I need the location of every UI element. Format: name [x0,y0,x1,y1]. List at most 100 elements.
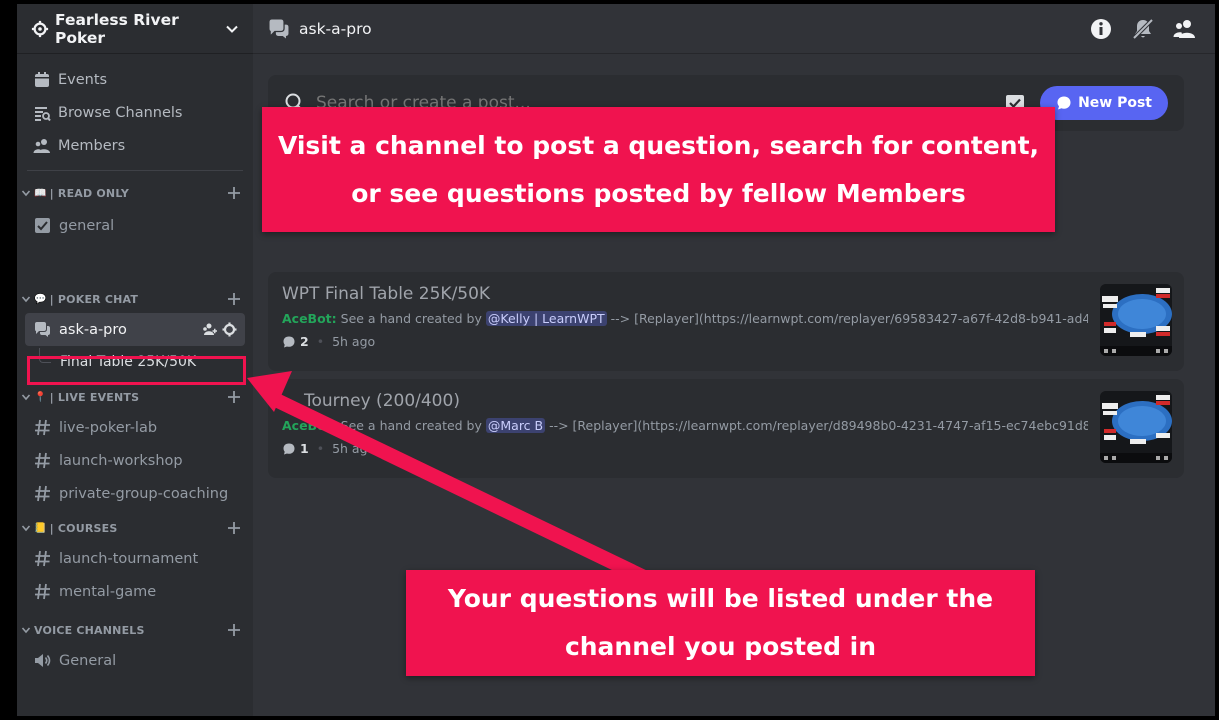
category-label: | COURSES [49,521,118,535]
text-channel-hash-icon [35,452,50,469]
channel-private-group-coaching[interactable]: private-group-coaching [25,477,245,510]
channel-live-poker-lab[interactable]: live-poker-lab [25,411,245,444]
post-author[interactable]: AceBot [282,418,332,433]
channel-header: ask-a-pro [253,4,1215,54]
callout-bottom: Your questions will be listed under the … [406,570,1035,676]
members-icon [33,138,50,153]
members-list-icon[interactable] [1173,17,1197,41]
user-mention[interactable]: @Kelly | LearnWPT [485,311,607,326]
nav-events[interactable]: Events [17,63,253,96]
add-channel-icon[interactable] [227,186,241,200]
channel-launch-tournament[interactable]: launch-tournament [25,542,245,575]
post-preview: AceBot: See a hand created by @Marc B --… [282,418,1088,433]
channel-label: ask-a-pro [59,321,127,338]
chat-bubble-icon [1057,96,1071,110]
add-channel-icon[interactable] [227,521,241,535]
chevron-down-icon [21,190,31,197]
post-title: Tourney (200/400) [304,391,460,411]
text-channel-hash-icon [35,583,50,600]
meta-separator: • [316,334,325,349]
chevron-down-icon [21,525,31,532]
thread-highlight-box [27,356,246,385]
poker-table-image [1100,284,1172,356]
forum-post-card[interactable]: WPT Final Table 25K/50K AceBot: See a ha… [268,272,1184,371]
author-colon: : [331,311,337,326]
nav-members-label: Members [58,137,126,154]
reply-count: 2 [300,334,309,349]
channel-label: launch-tournament [59,550,199,567]
nav-members[interactable]: Members [17,129,253,162]
channel-label: private-group-coaching [59,485,229,502]
poker-table-thumbnail[interactable] [1100,391,1172,463]
notification-mute-icon[interactable] [1131,17,1155,41]
book-emoji-icon: 📖 [34,187,47,199]
author-colon: : [331,418,337,433]
reply-count-icon [283,443,295,454]
callout-top: Visit a channel to post a question, sear… [262,107,1055,232]
edit-channel-gear-icon[interactable] [222,322,237,337]
callout-top-line1: Visit a channel to post a question, sear… [277,130,1040,160]
new-post-button[interactable]: New Post [1040,86,1168,120]
add-channel-icon[interactable] [227,390,241,404]
channel-voice-general[interactable]: General [25,644,245,677]
new-post-label: New Post [1078,95,1152,111]
meta-separator: • [316,441,325,456]
sidebar-divider [27,170,243,171]
callout-top-line2: or see questions posted by fellow Member… [351,178,966,208]
rules-channel-icon [35,218,50,233]
post-time: 5h ago [332,441,376,456]
poker-table-image [1100,391,1172,463]
category-label: | READ ONLY [49,186,129,200]
category-label: | POKER CHAT [49,292,139,306]
forum-icon [35,322,50,337]
category-label: | LIVE EVENTS [49,390,140,404]
speech-bubble-emoji-icon: 💬 [34,293,47,305]
category-read-only[interactable]: 📖 | READ ONLY [17,181,253,205]
add-channel-icon[interactable] [227,623,241,637]
user-mention[interactable]: @Marc B [485,418,546,433]
post-author[interactable]: AceBot [282,311,332,326]
chevron-down-icon [21,627,31,634]
channel-label: mental-game [59,583,157,600]
channel-label: General [59,652,117,669]
reply-count-icon [283,336,295,347]
add-channel-icon[interactable] [227,292,241,306]
speaker-icon [35,654,51,667]
post-meta: 2 • 5h ago [282,334,1170,349]
channel-ask-a-pro[interactable]: ask-a-pro [25,313,245,346]
info-icon[interactable] [1089,17,1113,41]
server-header[interactable]: Fearless River Poker [17,4,253,54]
poker-table-thumbnail[interactable] [1100,284,1172,356]
create-invite-icon[interactable] [202,322,217,337]
text-channel-hash-icon [35,550,50,567]
chevron-down-icon [21,394,31,401]
calendar-icon [35,71,49,87]
callout-bottom-line1: Your questions will be listed under the [447,584,994,613]
post-preview: AceBot: See a hand created by @Kelly | L… [282,311,1088,326]
category-label: VOICE CHANNELS [34,623,145,637]
channel-mental-game[interactable]: mental-game [25,575,245,608]
nav-events-label: Events [58,71,108,88]
channel-label: general [59,217,115,234]
chevron-down-icon [21,296,31,303]
post-meta: 1 • 5h ago [282,441,1170,456]
browse-channels-icon [35,106,51,121]
nav-browse-channels[interactable]: Browse Channels [17,96,253,129]
channel-launch-workshop[interactable]: launch-workshop [25,444,245,477]
reply-count: 1 [300,441,309,456]
channel-label: launch-workshop [59,452,183,469]
callout-bottom-line2: channel you posted in [564,632,877,661]
text-channel-hash-icon [35,419,50,436]
channel-general[interactable]: general [25,209,245,242]
post-time: 5h ago [332,334,376,349]
category-voice-channels[interactable]: VOICE CHANNELS [17,618,253,642]
category-courses[interactable]: 📒 | COURSES [17,516,253,540]
forum-post-card[interactable]: Tourney (200/400) AceBot: See a hand cre… [268,379,1184,478]
post-title: WPT Final Table 25K/50K [282,284,491,304]
category-live-events[interactable]: 📍 | LIVE EVENTS [17,385,253,409]
channel-label: live-poker-lab [59,419,158,436]
preview-text-before: See a hand created by [340,418,486,433]
category-poker-chat[interactable]: 💬 | POKER CHAT [17,287,253,311]
text-channel-hash-icon [35,485,50,502]
server-name: Fearless River Poker [55,10,179,47]
